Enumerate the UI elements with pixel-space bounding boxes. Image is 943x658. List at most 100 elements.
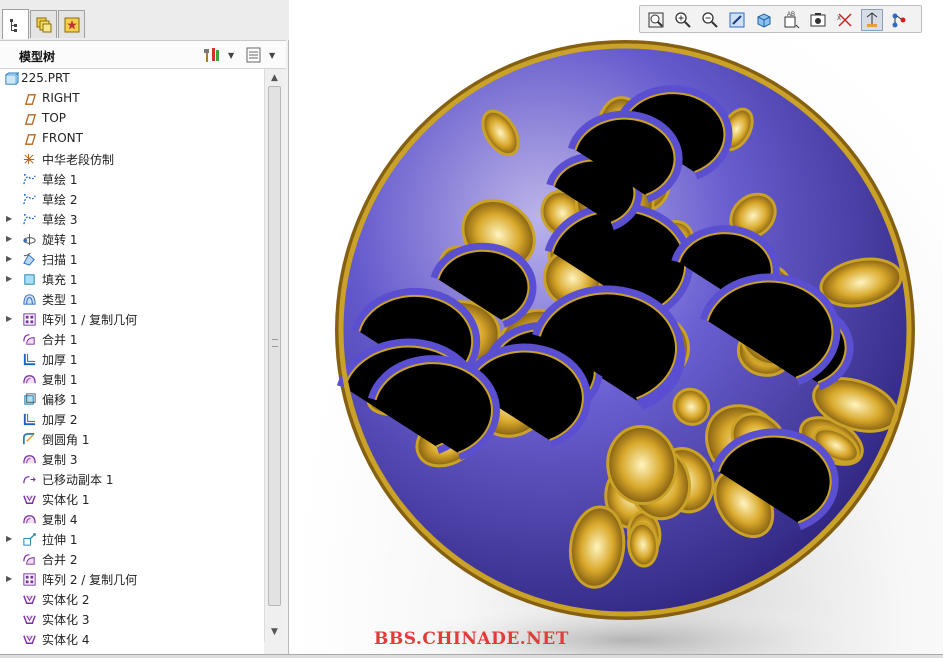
datum-display-button[interactable]: X (834, 9, 856, 31)
model-tree-panel: 模型树 ▼ ▼ 225.PRT RIGHT TOP FRONT 中华老段仿制 草绘 1 草绘… (0, 0, 289, 658)
saved-views-button[interactable]: AB (780, 9, 802, 31)
tree-item[interactable]: 偏移 1 (0, 389, 262, 409)
fill-icon (24, 274, 35, 285)
zoom-in-icon (675, 12, 691, 28)
tree-item[interactable]: 合并 1 (0, 329, 262, 349)
tree-item-icon-wrap (22, 412, 37, 427)
tree-item[interactable]: 倒圆角 1 (0, 429, 262, 449)
datum-plane-icon (24, 114, 37, 125)
tree-item-label: 225.PRT (21, 71, 70, 85)
zoom-in-button[interactable] (672, 9, 694, 31)
tree-item[interactable]: 草绘 2 (0, 189, 262, 209)
tree-item-icon-wrap (22, 172, 37, 187)
layers-tab[interactable] (30, 10, 57, 38)
tree-item[interactable]: 实体化 1 (0, 489, 262, 509)
scroll-up-icon[interactable]: ▲ (267, 71, 282, 86)
copy-icon (23, 375, 36, 384)
round-icon (23, 433, 35, 445)
tree-item[interactable]: 复制 1 (0, 369, 262, 389)
tree-item[interactable]: 草绘 1 (0, 169, 262, 189)
display-style-button[interactable] (753, 9, 775, 31)
tree-item-label: 实体化 1 (42, 493, 90, 507)
tree-item[interactable]: 中华老段仿制 (0, 149, 262, 169)
view-manager-button[interactable] (807, 9, 829, 31)
tree-item[interactable]: 合并 2 (0, 549, 262, 569)
tree-item-root[interactable]: 225.PRT (0, 69, 262, 89)
refit-button[interactable] (645, 9, 667, 31)
tree-item-label: 草绘 2 (42, 193, 78, 207)
model-tree-icon (9, 18, 17, 32)
scroll-down-icon[interactable]: ▼ (267, 625, 282, 640)
tree-item[interactable]: ▶ 填充 1 (0, 269, 262, 289)
zoom-out-button[interactable] (699, 9, 721, 31)
model-tree-title: 模型树 (19, 50, 56, 64)
datum-plane-icon (24, 134, 37, 145)
pattern-icon (23, 573, 36, 586)
view-manager-icon (810, 13, 826, 27)
tree-item[interactable]: FRONT (0, 129, 262, 149)
tree-item-icon-wrap (22, 632, 37, 647)
expand-arrow-icon[interactable]: ▶ (6, 534, 16, 544)
tree-item[interactable]: ▶ 拉伸 1 (0, 529, 262, 549)
extrude-icon (23, 533, 36, 546)
solidify-icon (23, 615, 36, 624)
expand-arrow-icon[interactable]: ▶ (6, 274, 16, 284)
repaint-button[interactable] (726, 9, 748, 31)
offset-icon (24, 393, 36, 405)
part-icon (5, 71, 20, 85)
tree-item-icon-wrap (22, 292, 37, 307)
tree-item[interactable]: ▶ 阵列 2 / 复制几何 (0, 569, 262, 589)
tree-item[interactable]: ▶ 草绘 3 (0, 209, 262, 229)
tree-item[interactable]: TOP (0, 109, 262, 129)
tree-item[interactable]: 加厚 2 (0, 409, 262, 429)
tree-item[interactable]: 实体化 4 (0, 629, 262, 649)
refit-icon (648, 12, 664, 28)
expand-arrow-icon[interactable]: ▶ (6, 574, 16, 584)
repaint-icon (729, 12, 745, 28)
tree-item[interactable]: 复制 3 (0, 449, 262, 469)
tree-item[interactable]: 实体化 2 (0, 589, 262, 609)
coordinate-system-icon (23, 153, 35, 165)
expand-arrow-icon[interactable]: ▶ (6, 234, 16, 244)
tree-item[interactable]: 复制 4 (0, 509, 262, 529)
merge-icon (23, 554, 35, 565)
tree-item[interactable]: 加厚 1 (0, 349, 262, 369)
scroll-thumb[interactable] (268, 86, 281, 606)
model-tree-tab[interactable] (2, 9, 29, 39)
moved-copy-icon (23, 476, 36, 484)
revolve-icon (23, 233, 36, 246)
tree-item-icon-wrap (22, 212, 37, 227)
sketch-icon (23, 173, 36, 185)
tree-item[interactable]: ▶ 阵列 1 / 复制几何 (0, 309, 262, 329)
tree-item-icon-wrap (22, 132, 37, 147)
annotation-display-button[interactable] (861, 9, 883, 31)
tree-item-icon-wrap (22, 352, 37, 367)
tree-item-label: TOP (42, 111, 67, 125)
graphics-viewport[interactable]: AB X BBS.CHINADE.NET (290, 0, 943, 658)
tools-icon (204, 48, 219, 62)
sketch-icon (23, 193, 36, 205)
tree-item-label: 阵列 1 / 复制几何 (42, 313, 138, 327)
expand-arrow-icon[interactable]: ▶ (6, 214, 16, 224)
tree-item[interactable]: 实体化 3 (0, 609, 262, 629)
tree-scrollbar[interactable]: ▲ ▼ (264, 69, 283, 642)
tree-item-label: 复制 1 (42, 373, 78, 387)
tree-item-icon-wrap (22, 592, 37, 607)
tree-item[interactable]: ▶ 旋转 1 (0, 229, 262, 249)
tree-item[interactable]: 已移动副本 1 (0, 469, 262, 489)
tree-item[interactable]: ▶ 扫描 1 (0, 249, 262, 269)
tree-settings-button[interactable]: ▼ (202, 45, 234, 65)
tree-columns-button[interactable]: ▼ (245, 45, 275, 65)
expand-arrow-icon[interactable]: ▶ (6, 254, 16, 264)
tree-item-label: 合并 2 (42, 553, 78, 567)
tree-item-label: 实体化 3 (42, 613, 90, 627)
tree-item[interactable]: RIGHT (0, 89, 262, 109)
tree-item-icon-wrap (22, 472, 37, 487)
datum-plane-icon (24, 94, 37, 105)
expand-arrow-icon[interactable]: ▶ (6, 314, 16, 324)
layers-icon (36, 17, 51, 32)
spin-center-button[interactable] (888, 9, 910, 31)
tree-item[interactable]: 类型 1 (0, 289, 262, 309)
tree-item-label: 填充 1 (42, 273, 78, 287)
favorites-tab[interactable] (58, 10, 85, 38)
